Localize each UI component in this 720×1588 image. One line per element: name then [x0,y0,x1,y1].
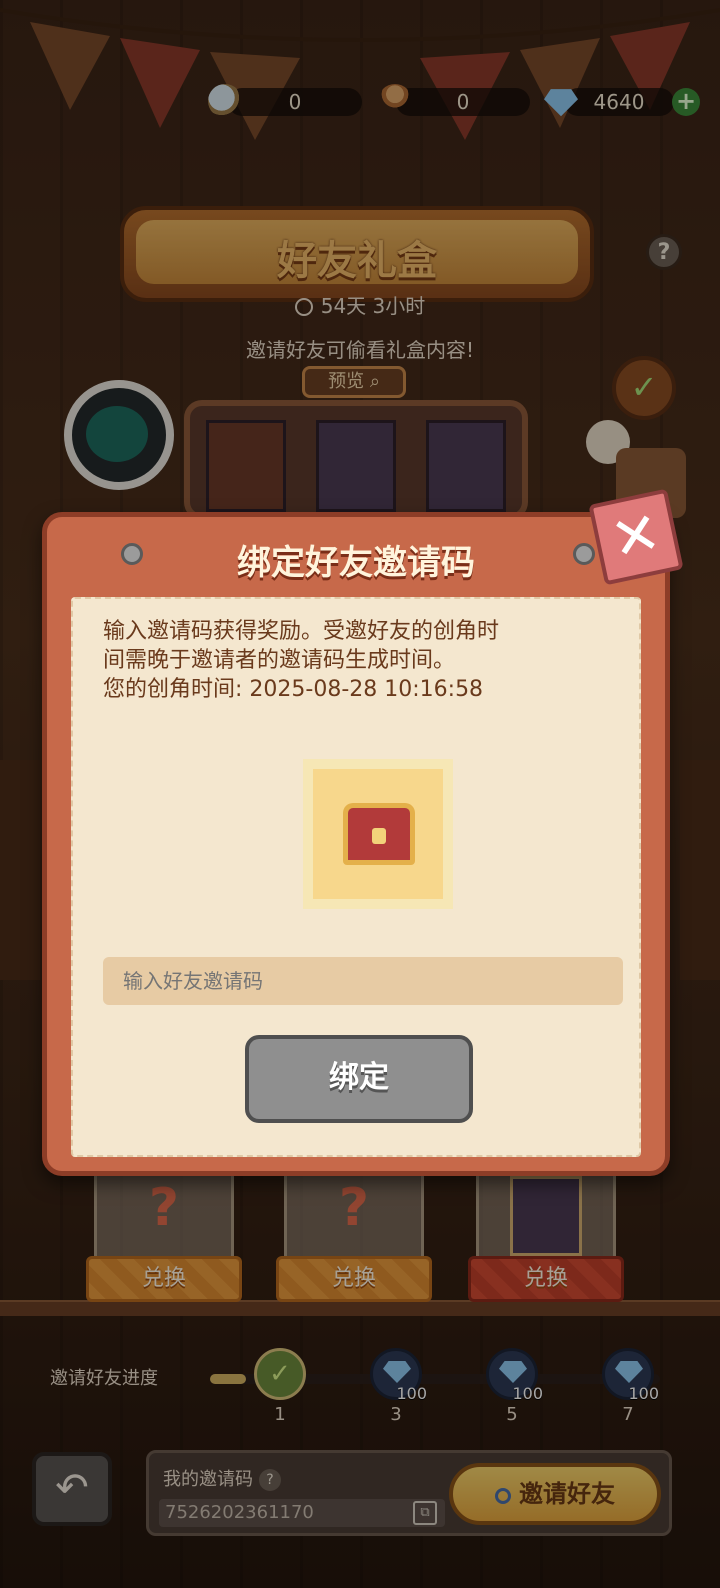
screw-icon [573,543,595,565]
creation-time: 您的创角时间: 2025-08-28 10:16:58 [103,677,484,702]
modal-header: 绑定好友邀请码 [47,517,665,595]
reward-card [303,759,453,909]
modal-description: 输入邀请码获得奖励。受邀好友的创角时 间需晚于邀请者的邀请码生成时间。 您的创角… [103,617,623,704]
modal-paper: 输入邀请码获得奖励。受邀好友的创角时 间需晚于邀请者的邀请码生成时间。 您的创角… [71,597,641,1157]
invite-code-input[interactable] [103,957,623,1005]
modal-title: 绑定好友邀请码 [237,543,475,583]
close-icon[interactable]: ✕ [588,488,684,586]
lock-icon [372,828,386,844]
description-line: 间需晚于邀请者的邀请码生成时间。 [103,648,456,673]
bind-code-modal: 绑定好友邀请码 输入邀请码获得奖励。受邀好友的创角时 间需晚于邀请者的邀请码生成… [42,512,670,1176]
bind-button[interactable]: 绑定 [245,1035,473,1123]
treasure-chest-icon [343,803,415,865]
description-line: 输入邀请码获得奖励。受邀好友的创角时 [103,619,500,644]
